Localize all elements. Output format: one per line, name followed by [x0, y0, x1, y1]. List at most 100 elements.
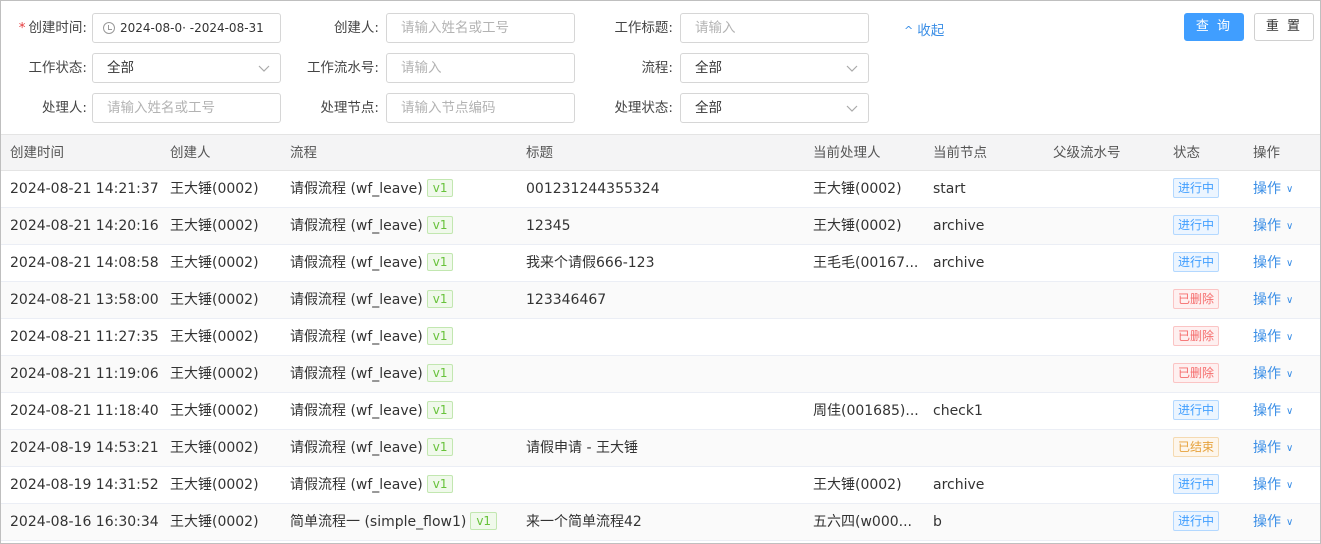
column-header-status[interactable]: 状态 [1173, 135, 1200, 171]
creator-label: 创建人: [333, 20, 379, 36]
cell-creator: 王大锤(0002) [170, 181, 259, 197]
cell-flow: 请假流程 (wf_leave) v1 [290, 430, 454, 466]
flow-value: 全部 [695, 60, 722, 76]
flow-select[interactable]: 全部 [680, 53, 869, 83]
work-table: 创建时间 创建人 流程 标题 当前处理人 当前节点 父级流水号 状态 操作 20… [1, 134, 1320, 541]
created-time-range-picker[interactable]: 2024-08-0· -2024-08-31 [92, 13, 281, 43]
column-header-flow[interactable]: 流程 [290, 135, 317, 171]
cell-title: 来一个简单流程42 [526, 514, 642, 530]
cell-title [526, 393, 806, 429]
cell-flow: 请假流程 (wf_leave) v1 [290, 467, 454, 503]
row-action-dropdown[interactable]: 操作 ∨ [1253, 171, 1293, 207]
chevron-down-icon: ∨ [1286, 332, 1294, 343]
cell-title [526, 467, 806, 503]
row-action-dropdown[interactable]: 操作 ∨ [1253, 319, 1293, 355]
cell-handler: 王毛毛(00167... [813, 255, 919, 271]
cell-creator: 王大锤(0002) [170, 440, 259, 456]
handle-node-input[interactable]: 请输入节点编码 [386, 93, 575, 123]
cell-title: 12345 [526, 218, 571, 234]
query-button[interactable]: 查 询 [1184, 13, 1244, 41]
chevron-down-icon [846, 105, 858, 112]
cell-flow: 请假流程 (wf_leave) v1 [290, 171, 454, 207]
row-action-dropdown[interactable]: 操作 ∨ [1253, 430, 1293, 466]
search-row-1: * 创建时间: 2024-08-0· -2024-08-31 创建人: 请输入姓名… [1, 13, 1320, 43]
cell-flow: 请假流程 (wf_leave) v1 [290, 245, 454, 281]
work-serial-input[interactable]: 请输入 [386, 53, 575, 83]
cell-title: 我来个请假666-123 [526, 255, 655, 271]
row-action-dropdown[interactable]: 操作 ∨ [1253, 356, 1293, 392]
version-tag: v1 [426, 253, 454, 271]
chevron-down-icon: ∨ [1286, 517, 1294, 528]
status-badge: 已结束 [1173, 437, 1220, 457]
cell-creator: 王大锤(0002) [170, 514, 259, 530]
version-tag: v1 [426, 438, 454, 456]
table-row[interactable]: 2024-08-21 14:08:58 王大锤(0002) 请假流程 (wf_lea… [1, 245, 1320, 282]
column-header-action: 操作 [1253, 145, 1280, 161]
status-badge: 进行中 [1173, 511, 1220, 531]
work-query-page: * 创建时间: 2024-08-0· -2024-08-31 创建人: 请输入姓名… [0, 0, 1321, 544]
chevron-down-icon: ∨ [1286, 258, 1294, 269]
row-action-dropdown[interactable]: 操作 ∨ [1253, 504, 1293, 540]
cell-flow: 请假流程 (wf_leave) v1 [290, 282, 454, 318]
handle-status-select[interactable]: 全部 [680, 93, 869, 123]
column-header-creator[interactable]: 创建人 [170, 135, 211, 171]
status-badge: 进行中 [1173, 178, 1220, 198]
clock-icon [103, 22, 115, 34]
table-row[interactable]: 2024-08-21 14:20:16 王大锤(0002) 请假流程 (wf_lea… [1, 208, 1320, 245]
cell-flow: 简单流程一 (simple_flow1) v1 [290, 504, 498, 540]
chevron-down-icon: ∨ [1286, 221, 1294, 232]
version-tag: v1 [426, 475, 454, 493]
cell-status: 进行中 [1173, 467, 1220, 503]
version-tag: v1 [470, 512, 498, 530]
table-row[interactable]: 2024-08-19 14:53:21 王大锤(0002) 请假流程 (wf_lea… [1, 430, 1320, 467]
cell-created-time: 2024-08-19 14:53:21 [10, 440, 159, 456]
cell-status: 已删除 [1173, 282, 1220, 318]
chevron-down-icon: ∨ [1286, 480, 1294, 491]
chevron-down-icon: ∨ [1286, 443, 1294, 454]
status-badge: 已删除 [1173, 363, 1220, 383]
required-mark: * [18, 20, 26, 36]
row-action-dropdown[interactable]: 操作 ∨ [1253, 245, 1293, 281]
cell-handler: 五六四(w000... [813, 514, 912, 530]
table-row[interactable]: 2024-08-16 16:30:34 王大锤(0002) 简单流程一 (simpl… [1, 504, 1320, 541]
table-row[interactable]: 2024-08-21 13:58:00 王大锤(0002) 请假流程 (wf_lea… [1, 282, 1320, 319]
column-header-parent-serial[interactable]: 父级流水号 [1053, 135, 1121, 171]
cell-flow: 请假流程 (wf_leave) v1 [290, 319, 454, 355]
status-badge: 进行中 [1173, 400, 1220, 420]
collapse-toggle[interactable]: ^ 收起 [904, 19, 944, 39]
cell-node: archive [933, 255, 985, 271]
row-action-dropdown[interactable]: 操作 ∨ [1253, 467, 1293, 503]
status-badge: 进行中 [1173, 215, 1220, 235]
work-title-input[interactable]: 请输入 [680, 13, 869, 43]
row-action-dropdown[interactable]: 操作 ∨ [1253, 208, 1293, 244]
cell-node: archive [933, 477, 985, 493]
reset-button[interactable]: 重 置 [1254, 13, 1314, 41]
column-header-created-time[interactable]: 创建时间 [10, 135, 64, 171]
cell-handler [813, 319, 925, 355]
cell-title [526, 319, 806, 355]
cell-created-time: 2024-08-21 11:27:35 [10, 329, 159, 345]
column-header-node[interactable]: 当前节点 [933, 135, 987, 171]
version-tag: v1 [426, 290, 454, 308]
table-row[interactable]: 2024-08-21 11:18:40 王大锤(0002) 请假流程 (wf_lea… [1, 393, 1320, 430]
table-row[interactable]: 2024-08-21 14:21:37 王大锤(0002) 请假流程 (wf_lea… [1, 171, 1320, 208]
cell-node: check1 [933, 403, 983, 419]
work-status-label: 工作状态: [28, 60, 87, 76]
column-header-title[interactable]: 标题 [526, 135, 553, 171]
cell-status: 进行中 [1173, 245, 1220, 281]
search-row-3: 处理人: 请输入姓名或工号 处理节点: 请输入节点编码 处理状态: 全部 [1, 93, 1320, 123]
handler-input[interactable]: 请输入姓名或工号 [92, 93, 281, 123]
column-header-handler[interactable]: 当前处理人 [813, 135, 881, 171]
table-row[interactable]: 2024-08-21 11:19:06 王大锤(0002) 请假流程 (wf_lea… [1, 356, 1320, 393]
cell-creator: 王大锤(0002) [170, 255, 259, 271]
handle-status-value: 全部 [695, 100, 722, 116]
work-status-select[interactable]: 全部 [92, 53, 281, 83]
cell-status: 进行中 [1173, 393, 1220, 429]
table-row[interactable]: 2024-08-19 14:31:52 王大锤(0002) 请假流程 (wf_lea… [1, 467, 1320, 504]
cell-status: 已删除 [1173, 319, 1220, 355]
creator-input[interactable]: 请输入姓名或工号 [386, 13, 575, 43]
row-action-dropdown[interactable]: 操作 ∨ [1253, 282, 1293, 318]
table-row[interactable]: 2024-08-21 11:27:35 王大锤(0002) 请假流程 (wf_lea… [1, 319, 1320, 356]
cell-handler [813, 282, 925, 318]
row-action-dropdown[interactable]: 操作 ∨ [1253, 393, 1293, 429]
